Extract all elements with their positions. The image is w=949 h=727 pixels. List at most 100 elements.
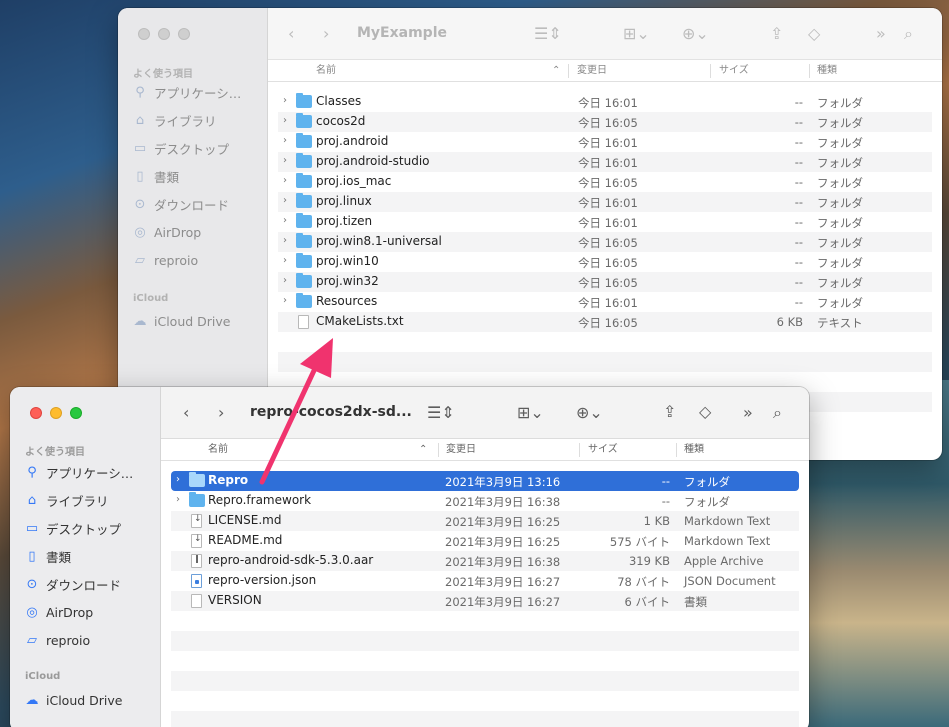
tag-icon[interactable]: ◇ [808,24,820,43]
minimize-button[interactable] [50,407,62,419]
table-row[interactable]: › proj.linux 今日 16:01 -- フォルダ [278,192,932,212]
json-file-icon [191,574,202,588]
file-size: -- [794,135,803,149]
column-kind[interactable]: 種類 [817,60,837,82]
action-menu-icon[interactable]: ⊕⌄ [576,403,603,422]
file-name: cocos2d [316,114,366,128]
forward-arrow-icon[interactable]: › [218,403,224,422]
table-row[interactable]: VERSION 2021年3月9日 16:27 6 バイト 書類 [171,591,799,611]
file-kind: Apple Archive [684,554,764,568]
file-size: 1 KB [643,514,670,528]
file-size: -- [794,215,803,229]
column-kind[interactable]: 種類 [684,439,704,461]
tag-icon[interactable]: ◇ [699,402,711,421]
file-date: 今日 16:05 [578,176,638,190]
disclosure-chevron-icon[interactable]: › [283,195,287,206]
disclosure-chevron-icon[interactable]: › [283,135,287,146]
table-row[interactable]: › Classes 今日 16:01 -- フォルダ [278,92,932,112]
group-view-icon[interactable]: ⊞⌄ [517,403,544,422]
disclosure-chevron-icon[interactable]: › [283,255,287,266]
forward-arrow-icon[interactable]: › [323,24,329,43]
file-list: › Classes 今日 16:01 -- フォルダ › cocos2d 今日 16:05 -… [278,92,932,412]
column-name[interactable]: 名前 [316,60,336,82]
sidebar-item-airdrop[interactable]: ◎ AirDrop [25,601,93,623]
sidebar-item-applications[interactable]: ⚲ アプリケーシ… [25,461,133,483]
column-modified[interactable]: 変更日 [577,60,607,82]
list-view-icon[interactable]: ☰⇕ [534,24,562,43]
file-size: 575 バイト [609,535,670,549]
share-icon[interactable]: ⇪ [663,402,676,421]
minimize-button[interactable] [158,28,170,40]
table-row[interactable]: › proj.android-studio 今日 16:01 -- フォルダ [278,152,932,172]
table-row[interactable]: › Resources 今日 16:01 -- フォルダ [278,292,932,312]
disclosure-chevron-icon[interactable]: › [176,494,180,505]
back-arrow-icon[interactable]: ‹ [183,403,189,422]
sort-chevron-icon[interactable]: ⌃ [552,60,560,82]
sidebar-item-documents[interactable]: ▯ 書類 [25,545,71,567]
sort-chevron-icon[interactable]: ⌃ [419,439,427,461]
sidebar-item-desktop[interactable]: ▭ デスクトップ [133,137,229,159]
finder-window-repro-sdk[interactable]: よく使う項目 ⚲ アプリケーシ… ⌂ ライブラリ ▭ デスクトップ ▯ 書類 ⊙ ダウンロ… [10,387,809,727]
table-row[interactable]: README.md 2021年3月9日 16:25 575 バイト Markdown … [171,531,799,551]
table-row[interactable]: › proj.tizen 今日 16:01 -- フォルダ [278,212,932,232]
disclosure-chevron-icon[interactable]: › [283,215,287,226]
toolbar: ‹ › repro-cocos2dx-sd... ☰⇕ ⊞⌄ ⊕⌄ ⇪ ◇ » … [161,387,809,439]
file-size: -- [661,494,670,508]
table-row[interactable]: › Repro.framework 2021年3月9日 16:38 -- フォルダ [171,491,799,511]
disclosure-chevron-icon[interactable]: › [283,155,287,166]
more-toolbar-icon[interactable]: » [876,24,886,43]
table-row[interactable]: › proj.ios_mac 今日 16:05 -- フォルダ [278,172,932,192]
search-icon[interactable]: ⌕ [773,403,782,423]
table-row[interactable]: › proj.win10 今日 16:05 -- フォルダ [278,252,932,272]
share-icon[interactable]: ⇪ [770,24,783,43]
disclosure-chevron-icon[interactable]: › [283,235,287,246]
more-toolbar-icon[interactable]: » [743,403,753,422]
close-button[interactable] [138,28,150,40]
file-name: proj.win32 [316,274,379,288]
zoom-button[interactable] [70,407,82,419]
file-kind: フォルダ [817,96,863,110]
table-row-selected[interactable]: › Repro 2021年3月9日 13:16 -- フォルダ [171,471,799,491]
sidebar-item-reproio[interactable]: ▱ reproio [25,629,90,651]
disclosure-chevron-icon[interactable]: › [283,115,287,126]
sidebar-item-desktop[interactable]: ▭ デスクトップ [25,517,121,539]
close-button[interactable] [30,407,42,419]
disclosure-chevron-icon[interactable]: › [283,295,287,306]
file-name: proj.tizen [316,214,373,228]
back-arrow-icon[interactable]: ‹ [288,24,294,43]
disclosure-chevron-icon[interactable]: › [283,175,287,186]
sidebar-item-documents[interactable]: ▯ 書類 [133,165,179,187]
sidebar-item-reproio[interactable]: ▱ reproio [133,249,198,271]
table-row[interactable]: › proj.win8.1-universal 今日 16:05 -- フォルダ [278,232,932,252]
sidebar-item-icloud-drive[interactable]: ☁ iCloud Drive [25,689,123,711]
sidebar-item-library[interactable]: ⌂ ライブラリ [133,109,217,131]
table-row[interactable]: CMakeLists.txt 今日 16:05 6 KB テキスト [278,312,932,332]
disclosure-chevron-icon[interactable]: › [283,275,287,286]
sidebar-item-applications[interactable]: ⚲ アプリケーシ… [133,81,241,103]
group-view-icon[interactable]: ⊞⌄ [623,24,650,43]
table-row[interactable]: › proj.android 今日 16:01 -- フォルダ [278,132,932,152]
table-row[interactable]: repro-version.json 2021年3月9日 16:27 78 バイト J… [171,571,799,591]
sidebar-item-downloads[interactable]: ⊙ ダウンロード [25,573,121,595]
action-menu-icon[interactable]: ⊕⌄ [682,24,709,43]
table-row[interactable]: repro-android-sdk-5.3.0.aar 2021年3月9日 16:… [171,551,799,571]
list-view-icon[interactable]: ☰⇕ [427,403,455,422]
column-size[interactable]: サイズ [588,439,618,461]
search-icon[interactable]: ⌕ [904,24,913,44]
sidebar-item-airdrop[interactable]: ◎ AirDrop [133,221,201,243]
disclosure-chevron-icon[interactable]: › [176,474,180,485]
column-size[interactable]: サイズ [719,60,749,82]
table-row[interactable]: › cocos2d 今日 16:05 -- フォルダ [278,112,932,132]
sidebar-section-icloud: iCloud [133,293,169,304]
zoom-button[interactable] [178,28,190,40]
disclosure-chevron-icon[interactable]: › [283,95,287,106]
column-name[interactable]: 名前 [208,439,228,461]
table-row[interactable]: › proj.win32 今日 16:05 -- フォルダ [278,272,932,292]
sidebar-item-downloads[interactable]: ⊙ ダウンロード [133,193,229,215]
sidebar-item-icloud-drive[interactable]: ☁ iCloud Drive [133,310,231,332]
applications-icon: ⚲ [27,464,37,480]
column-modified[interactable]: 変更日 [446,439,476,461]
table-row[interactable]: LICENSE.md 2021年3月9日 16:25 1 KB Markdown Te… [171,511,799,531]
folder-icon [296,193,312,208]
sidebar-item-library[interactable]: ⌂ ライブラリ [25,489,109,511]
